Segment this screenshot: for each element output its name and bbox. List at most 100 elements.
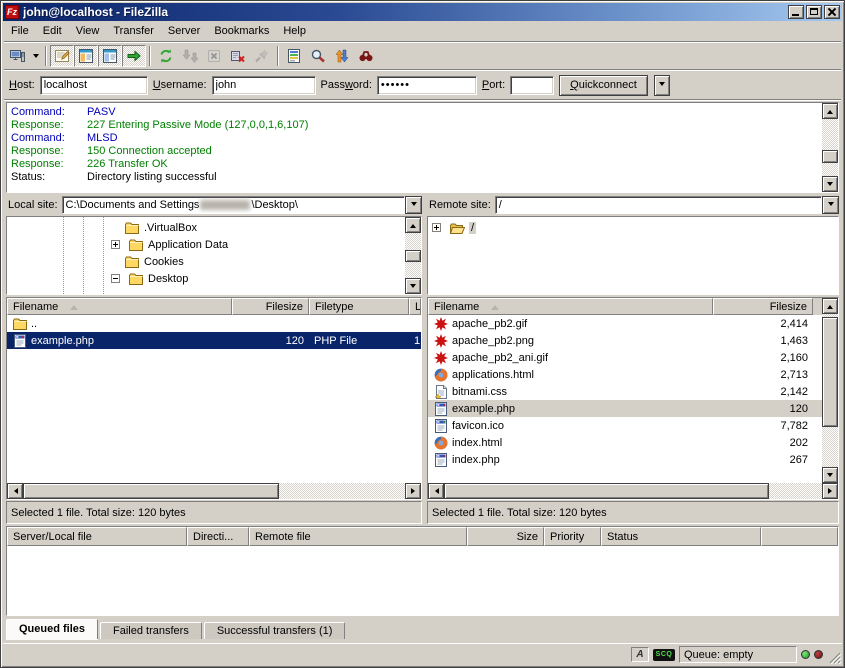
scroll-thumb[interactable] bbox=[822, 150, 838, 163]
remote-horizontal-scrollbar[interactable] bbox=[428, 483, 838, 499]
menu-help[interactable]: Help bbox=[276, 23, 313, 39]
synchronized-browsing-button[interactable] bbox=[330, 45, 354, 67]
port-input[interactable] bbox=[510, 76, 554, 95]
scroll-thumb[interactable] bbox=[444, 483, 769, 499]
minimize-button[interactable] bbox=[788, 5, 804, 19]
column-header-l[interactable]: L bbox=[409, 298, 421, 315]
file-row-apache-pb2-ani-gif[interactable]: apache_pb2_ani.gif2,160 bbox=[428, 349, 822, 366]
collapse-minus-icon[interactable] bbox=[111, 274, 120, 283]
data-type-indicator-icon[interactable]: A bbox=[631, 647, 649, 662]
column-header-filesize[interactable]: Filesize bbox=[232, 298, 309, 315]
tree-item-desktop[interactable]: Desktop bbox=[7, 270, 405, 287]
toggle-local-tree-button[interactable] bbox=[74, 45, 98, 67]
queue-column-status[interactable]: Status bbox=[601, 527, 761, 546]
password-input[interactable] bbox=[377, 76, 477, 95]
scroll-down-button[interactable] bbox=[822, 467, 838, 483]
maximize-button[interactable] bbox=[806, 5, 822, 19]
local-path-combo[interactable]: C:\Documents and Settings\Desktop\ bbox=[62, 196, 422, 214]
file-row-apache-pb2-gif[interactable]: apache_pb2.gif2,414 bbox=[428, 315, 822, 332]
scroll-down-button[interactable] bbox=[405, 278, 421, 294]
scroll-up-button[interactable] bbox=[822, 103, 838, 119]
site-manager-dropdown-button[interactable] bbox=[29, 45, 42, 67]
queue-column-size[interactable]: Size bbox=[467, 527, 544, 546]
scroll-up-button[interactable] bbox=[822, 298, 838, 314]
column-header-filetype[interactable]: Filetype bbox=[309, 298, 409, 315]
toggle-queue-button[interactable] bbox=[122, 45, 146, 67]
tree-item-application-data[interactable]: Application Data bbox=[7, 236, 405, 253]
filter-button[interactable] bbox=[282, 45, 306, 67]
tab-queued-files[interactable]: Queued files bbox=[6, 619, 98, 639]
log-line: Response:150 Connection accepted bbox=[11, 145, 820, 158]
remote-path-dropdown-button[interactable] bbox=[822, 196, 839, 214]
column-header-filename[interactable]: Filename bbox=[7, 298, 232, 315]
column-header-filesize[interactable]: Filesize bbox=[713, 298, 813, 315]
file-row--[interactable]: .. bbox=[7, 315, 421, 332]
queue-column-priority[interactable]: Priority bbox=[544, 527, 601, 546]
menu-server[interactable]: Server bbox=[161, 23, 207, 39]
column-header-filename[interactable]: Filename bbox=[428, 298, 713, 315]
tree-item--[interactable]: / bbox=[428, 219, 838, 236]
scroll-track[interactable] bbox=[405, 233, 421, 278]
toggle-remote-tree-button[interactable] bbox=[98, 45, 122, 67]
scroll-track[interactable] bbox=[23, 483, 405, 499]
scroll-right-button[interactable] bbox=[405, 483, 421, 499]
compare-directories-button[interactable] bbox=[306, 45, 330, 67]
file-row-applications-html[interactable]: applications.html2,713 bbox=[428, 366, 822, 383]
file-row-example-php[interactable]: example.php120PHP File1 bbox=[7, 332, 421, 349]
close-button[interactable] bbox=[824, 5, 840, 19]
scroll-track[interactable] bbox=[822, 119, 838, 176]
file-row-index-php[interactable]: index.php267 bbox=[428, 451, 822, 468]
message-log-scrollbar[interactable] bbox=[822, 103, 838, 192]
scroll-thumb[interactable] bbox=[822, 317, 838, 427]
scroll-up-button[interactable] bbox=[405, 217, 421, 233]
refresh-button[interactable] bbox=[154, 45, 178, 67]
scroll-up-icon bbox=[827, 302, 833, 309]
file-row-apache-pb2-png[interactable]: apache_pb2.png1,463 bbox=[428, 332, 822, 349]
menu-file[interactable]: File bbox=[4, 23, 36, 39]
expand-plus-icon[interactable] bbox=[111, 240, 120, 249]
queue-column-remote-file[interactable]: Remote file bbox=[249, 527, 467, 546]
resize-grip[interactable] bbox=[827, 650, 841, 664]
expand-plus-icon[interactable] bbox=[432, 223, 441, 232]
tab-failed-transfers[interactable]: Failed transfers bbox=[100, 622, 202, 639]
disconnect-button[interactable] bbox=[226, 45, 250, 67]
local-tree-scrollbar[interactable] bbox=[405, 217, 421, 294]
menu-bookmarks[interactable]: Bookmarks bbox=[207, 23, 276, 39]
scroll-track[interactable] bbox=[822, 314, 838, 467]
file-row-bitnami-css[interactable]: bitnami.css2,142 bbox=[428, 383, 822, 400]
file-row-example-php[interactable]: example.php120 bbox=[428, 400, 822, 417]
tab-successful-transfers-1-[interactable]: Successful transfers (1) bbox=[204, 622, 346, 639]
scroll-thumb[interactable] bbox=[405, 250, 421, 262]
tree-item-label: Application Data bbox=[148, 239, 228, 251]
scroll-right-button[interactable] bbox=[822, 483, 838, 499]
quickconnect-button[interactable]: Quickconnect bbox=[559, 75, 648, 96]
site-manager-button[interactable] bbox=[5, 45, 29, 67]
tree-item-cookies[interactable]: Cookies bbox=[7, 253, 405, 270]
queue-column-server-local-file[interactable]: Server/Local file bbox=[7, 527, 187, 546]
remote-path-combo[interactable]: / bbox=[495, 196, 839, 214]
file-row-favicon-ico[interactable]: favicon.ico7,782 bbox=[428, 417, 822, 434]
scroll-left-button[interactable] bbox=[428, 483, 444, 499]
local-path-dropdown-button[interactable] bbox=[405, 196, 422, 214]
scroll-down-button[interactable] bbox=[822, 176, 838, 192]
toggle-message-log-button[interactable] bbox=[50, 45, 74, 67]
scroll-track[interactable] bbox=[444, 483, 822, 499]
minimize-icon bbox=[792, 14, 799, 16]
find-files-button[interactable] bbox=[354, 45, 378, 67]
quickconnect-dropdown-button[interactable] bbox=[654, 75, 670, 96]
local-horizontal-scrollbar[interactable] bbox=[7, 483, 421, 499]
queue-column-directi-[interactable]: Directi... bbox=[187, 527, 249, 546]
speed-limits-icon[interactable]: SCQ bbox=[653, 649, 675, 661]
file-row-index-html[interactable]: index.html202 bbox=[428, 434, 822, 451]
menu-edit[interactable]: Edit bbox=[36, 23, 69, 39]
username-input[interactable] bbox=[212, 76, 316, 95]
menu-transfer[interactable]: Transfer bbox=[106, 23, 161, 39]
php-file-icon bbox=[433, 401, 449, 417]
log-line-text: 150 Connection accepted bbox=[87, 145, 212, 158]
remote-list-scrollbar[interactable] bbox=[822, 298, 838, 483]
scroll-thumb[interactable] bbox=[23, 483, 279, 499]
host-input[interactable] bbox=[40, 76, 148, 95]
menu-view[interactable]: View bbox=[69, 23, 107, 39]
tree-item--virtualbox[interactable]: .VirtualBox bbox=[7, 219, 405, 236]
scroll-left-button[interactable] bbox=[7, 483, 23, 499]
